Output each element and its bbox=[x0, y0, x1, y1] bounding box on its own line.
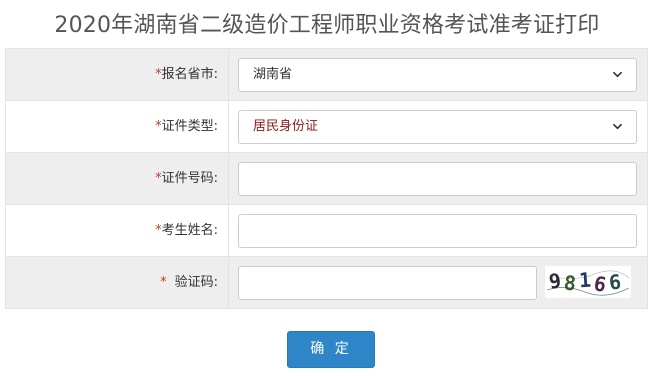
captcha-label-cell: * 验证码: bbox=[6, 257, 229, 308]
required-mark: * bbox=[160, 275, 167, 290]
form-row-captcha: * 验证码: 98166 bbox=[6, 257, 647, 309]
captcha-char: 8 bbox=[563, 270, 577, 295]
form-row-candidate-name: *考生姓名: bbox=[6, 205, 647, 257]
captcha-char: 1 bbox=[578, 268, 592, 293]
id-number-label-cell: *证件号码: bbox=[6, 153, 229, 204]
province-label: 报名省市: bbox=[161, 67, 218, 82]
captcha-label: 验证码: bbox=[174, 275, 218, 290]
page-title: 2020年湖南省二级造价工程师职业资格考试准考证打印 bbox=[54, 13, 600, 38]
id-type-select[interactable]: 居民身份证 bbox=[238, 110, 637, 144]
candidate-name-field-cell bbox=[229, 205, 647, 256]
exam-ticket-print-page: 2020年湖南省二级造价工程师职业资格考试准考证打印 *报名省市: 湖南省 *证… bbox=[0, 0, 654, 376]
form-row-id-number: *证件号码: bbox=[6, 153, 647, 205]
candidate-name-label-cell: *考生姓名: bbox=[6, 205, 229, 256]
id-type-field-cell: 居民身份证 bbox=[229, 101, 647, 152]
candidate-name-input[interactable] bbox=[238, 214, 637, 248]
id-number-input[interactable] bbox=[238, 162, 637, 196]
captcha-field-cell: 98166 bbox=[229, 257, 647, 308]
captcha-char: 6 bbox=[608, 269, 622, 294]
id-type-label-cell: *证件类型: bbox=[6, 101, 229, 152]
captcha-image[interactable]: 98166 bbox=[545, 266, 631, 298]
province-label-cell: *报名省市: bbox=[6, 49, 229, 100]
confirm-button[interactable]: 确 定 bbox=[287, 331, 375, 368]
id-type-selected-value: 居民身份证 bbox=[253, 119, 319, 134]
ticket-form: *报名省市: 湖南省 *证件类型: 居民身份证 *证件号码: *考生姓名: * … bbox=[5, 48, 648, 309]
id-type-label: 证件类型: bbox=[161, 119, 218, 134]
province-selected-value: 湖南省 bbox=[253, 67, 293, 82]
province-select[interactable]: 湖南省 bbox=[238, 58, 637, 92]
chevron-down-icon bbox=[613, 123, 622, 130]
id-number-label: 证件号码: bbox=[161, 171, 218, 186]
form-row-id-type: *证件类型: 居民身份证 bbox=[6, 101, 647, 153]
chevron-down-icon bbox=[613, 71, 622, 78]
province-field-cell: 湖南省 bbox=[229, 49, 647, 100]
captcha-input[interactable] bbox=[238, 266, 537, 300]
id-number-field-cell bbox=[229, 153, 647, 204]
form-row-province: *报名省市: 湖南省 bbox=[6, 49, 647, 101]
candidate-name-label: 考生姓名: bbox=[161, 223, 218, 238]
